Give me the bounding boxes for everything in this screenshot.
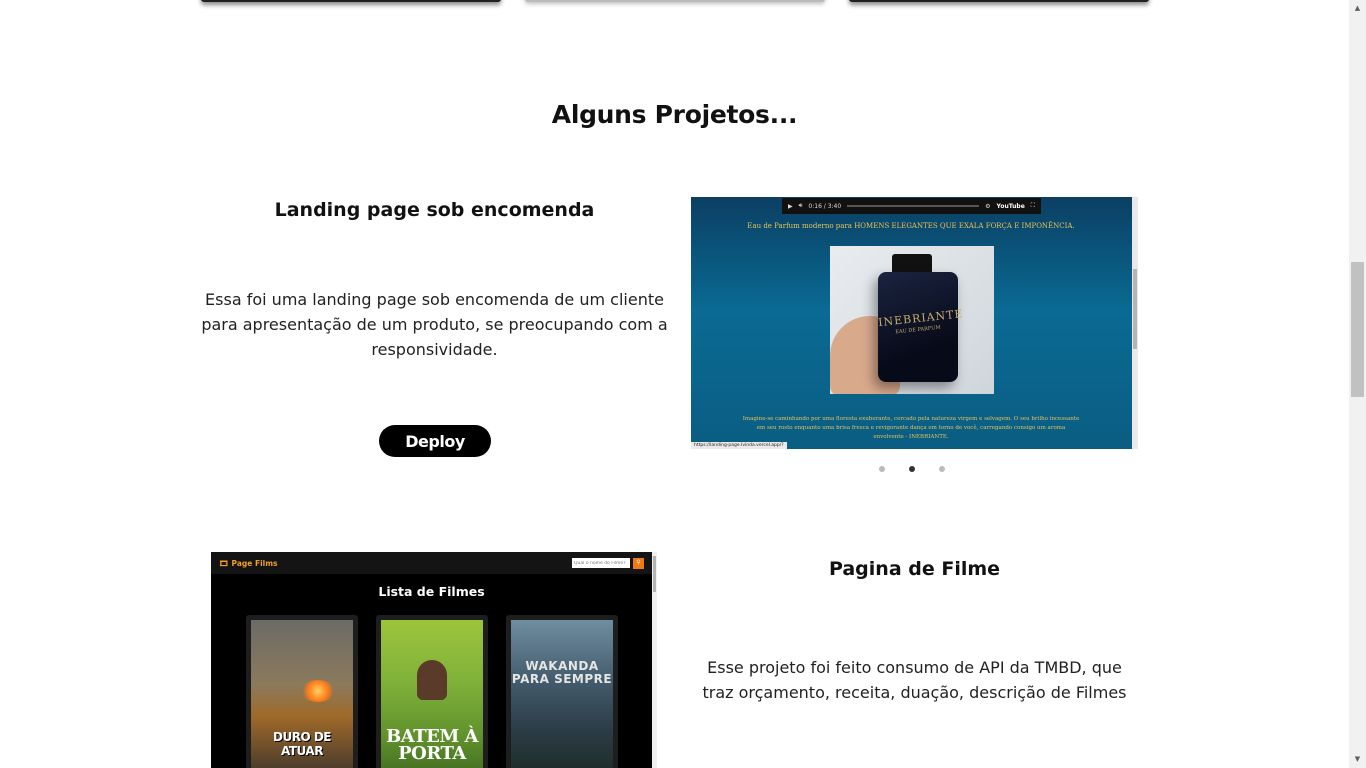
video-progress[interactable] [847,205,980,207]
films-search-input[interactable] [572,558,630,568]
play-icon[interactable]: ▶ [788,203,793,210]
deploy-button[interactable]: Deploy [379,425,491,457]
movie-card[interactable]: WAKANDA PARA SEMPRE [506,615,618,768]
movie-poster: DURO DE ATUAR [251,620,353,768]
portfolio-page: Alguns Projetos... Landing page sob enco… [0,0,1349,768]
perfume-bottle: INEBRIANTE EAU DE PARFUM [878,272,964,382]
carousel-dots [879,466,945,472]
film-icon: 🎞︎ [219,558,229,568]
project-1-description: Essa foi uma landing page sob encomenda … [201,290,668,359]
section-title: Alguns Projetos... [551,100,798,129]
video-time: 0:16 / 3:40 [808,202,842,210]
films-brand-label: Page Films [231,558,278,568]
page-scrollbar[interactable]: ▲ ▼ [1349,0,1366,768]
fire-shape [301,680,335,702]
films-scrollbar[interactable] [652,552,657,768]
project-2-screenshot: 🎞︎ Page Films ⚲ Lista de Filmes DURO DE … [211,552,657,768]
volume-icon[interactable]: 🔊︎ [799,202,803,210]
films-brand[interactable]: 🎞︎ Page Films [219,559,278,568]
figure-shape [417,660,447,700]
project-1-title: Landing page sob encomenda [274,199,595,221]
fullscreen-icon[interactable]: ⛶ [1031,202,1035,210]
carousel-dot-1[interactable] [879,466,885,472]
project-2-title: Pagina de Filme [828,558,1001,580]
movie-title: DURO DE ATUAR [273,730,331,758]
movie-poster: BATEM À PORTA [381,620,483,768]
search-icon[interactable]: ⚲ [633,557,644,569]
video-player-bar[interactable]: ▶ 🔊︎ 0:16 / 3:40 ⚙ YouTube ⛶ [782,198,1041,214]
settings-icon[interactable]: ⚙ [985,203,990,210]
carousel-dot-2[interactable] [909,466,915,472]
top-card-1 [201,0,501,2]
carousel-dot-3[interactable] [939,466,945,472]
movie-poster: WAKANDA PARA SEMPRE [511,620,613,768]
slide-body-text: Imagine-se caminhando por uma floresta e… [742,416,1080,440]
scroll-down-arrow-icon[interactable]: ▼ [1349,751,1366,768]
project-1-carousel[interactable]: ▶ 🔊︎ 0:16 / 3:40 ⚙ YouTube ⛶ Eau de Parf… [691,197,1138,449]
movie-title: BATEM À PORTA [386,726,478,764]
top-card-2 [525,0,825,2]
films-list-title: Lista de Filmes [378,584,485,599]
films-navbar: 🎞︎ Page Films ⚲ [211,552,652,574]
scrollbar-thumb[interactable] [1351,262,1364,397]
movie-title: WAKANDA PARA SEMPRE [511,659,613,686]
movie-card[interactable]: DURO DE ATUAR [246,615,358,768]
movie-card[interactable]: BATEM À PORTA [376,615,488,768]
slide-url: https://landing-page.lvinda.vercel.app/? [691,442,787,449]
slide-headline: Eau de Parfum moderno para HOMENS ELEGAN… [747,222,1075,230]
project-2-description: Esse projeto foi feito consumo de API da… [702,658,1127,702]
films-search: ⚲ [572,557,644,569]
scroll-up-arrow-icon[interactable]: ▲ [1349,0,1366,17]
slide-scrollbar[interactable] [1132,197,1138,449]
youtube-logo[interactable]: YouTube [997,203,1025,210]
top-card-3 [849,0,1149,2]
product-image: INEBRIANTE EAU DE PARFUM › [830,246,994,394]
carousel-slide: ▶ 🔊︎ 0:16 / 3:40 ⚙ YouTube ⛶ Eau de Parf… [691,197,1138,449]
